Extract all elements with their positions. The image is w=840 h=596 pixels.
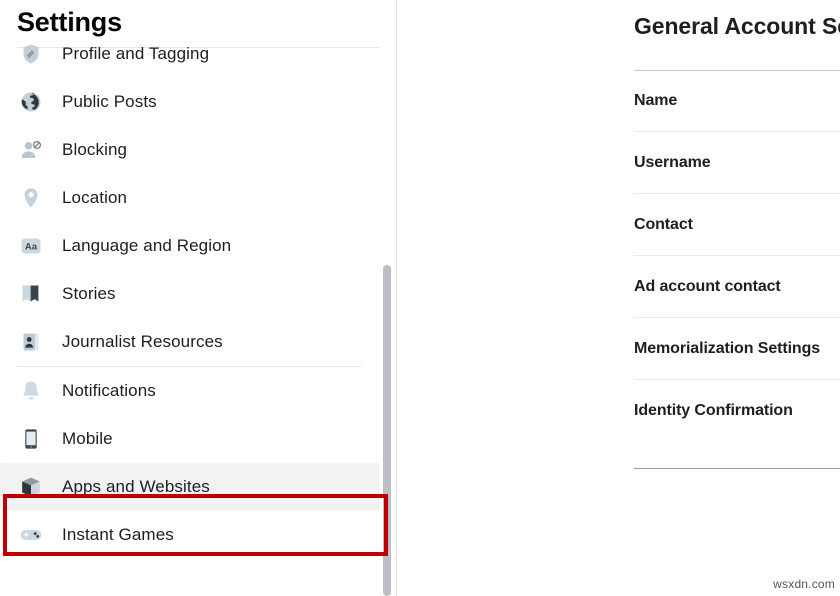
sidebar-scrollbar-thumb[interactable] <box>383 265 391 596</box>
settings-row-label: Identity Confirmation <box>634 402 793 420</box>
settings-row-label: Username <box>634 154 711 172</box>
sidebar-item-mobile[interactable]: Mobile <box>0 415 380 463</box>
sidebar-item-label: Profile and Tagging <box>62 44 209 64</box>
settings-row-contact[interactable]: Contact <box>634 194 840 256</box>
sidebar-item-stories[interactable]: Stories <box>0 270 380 318</box>
sidebar-item-apps-and-websites[interactable]: Apps and Websites <box>0 463 380 511</box>
page-title: Settings <box>17 4 130 40</box>
id-badge-icon <box>17 328 45 356</box>
sidebar-item-public-posts[interactable]: Public Posts <box>0 78 380 126</box>
bell-icon <box>17 377 45 405</box>
settings-row-memorialization-settings[interactable]: Memorialization Settings <box>634 318 840 380</box>
settings-row-label: Name <box>634 92 677 110</box>
sidebar-item-label: Mobile <box>62 429 113 449</box>
sidebar-item-label: Notifications <box>62 381 156 401</box>
person-blocked-icon <box>17 136 45 164</box>
svg-text:Aa: Aa <box>25 241 38 252</box>
sidebar-item-instant-games[interactable]: Instant Games <box>0 511 380 559</box>
sidebar-item-label: Blocking <box>62 140 127 160</box>
sidebar-item-label: Public Posts <box>62 92 157 112</box>
sidebar-item-location[interactable]: Location <box>0 174 380 222</box>
settings-row-label: Memorialization Settings <box>634 340 820 358</box>
settings-row-label: Contact <box>634 216 693 234</box>
phone-icon <box>17 425 45 453</box>
gamepad-icon <box>17 521 45 549</box>
sidebar-item-label: Language and Region <box>62 236 231 256</box>
settings-row-ad-account-contact[interactable]: Ad account contact <box>634 256 840 318</box>
settings-row-identity-confirmation[interactable]: Identity Confirmation <box>634 380 840 442</box>
settings-row-username[interactable]: Username <box>634 132 840 194</box>
shield-icon <box>17 40 45 68</box>
sidebar-item-notifications[interactable]: Notifications <box>0 367 380 415</box>
globe-icon <box>17 88 45 116</box>
settings-row-label: Ad account contact <box>634 278 781 296</box>
settings-row-name[interactable]: Name <box>634 70 840 132</box>
sidebar-item-label: Stories <box>62 284 116 304</box>
sidebar-item-label: Journalist Resources <box>62 332 223 352</box>
cube-icon <box>17 473 45 501</box>
panel-title: General Account Se <box>634 13 840 40</box>
panel-bottom-divider <box>634 468 840 469</box>
location-pin-icon <box>17 184 45 212</box>
sidebar-scroll-region[interactable]: Profile and Tagging Public Posts <box>0 0 397 596</box>
sidebar-item-label: Apps and Websites <box>62 477 210 497</box>
language-aa-icon: Aa <box>17 232 45 260</box>
sidebar-item-language-and-region[interactable]: Aa Language and Region <box>0 222 380 270</box>
sidebar-item-blocking[interactable]: Blocking <box>0 126 380 174</box>
general-account-settings-panel: General Account Se Name Username Contact… <box>398 0 840 596</box>
sidebar-item-journalist-resources[interactable]: Journalist Resources <box>0 318 380 366</box>
sidebar-item-label: Instant Games <box>62 525 174 545</box>
sidebar-nav-list: Profile and Tagging Public Posts <box>0 30 380 559</box>
sidebar-item-label: Location <box>62 188 127 208</box>
account-settings-rows: Name Username Contact Ad account contact… <box>634 70 840 442</box>
book-icon <box>17 280 45 308</box>
settings-page: Profile and Tagging Public Posts <box>0 0 840 596</box>
watermark: wsxdn.com <box>773 577 835 591</box>
settings-sidebar: Profile and Tagging Public Posts <box>0 0 397 596</box>
